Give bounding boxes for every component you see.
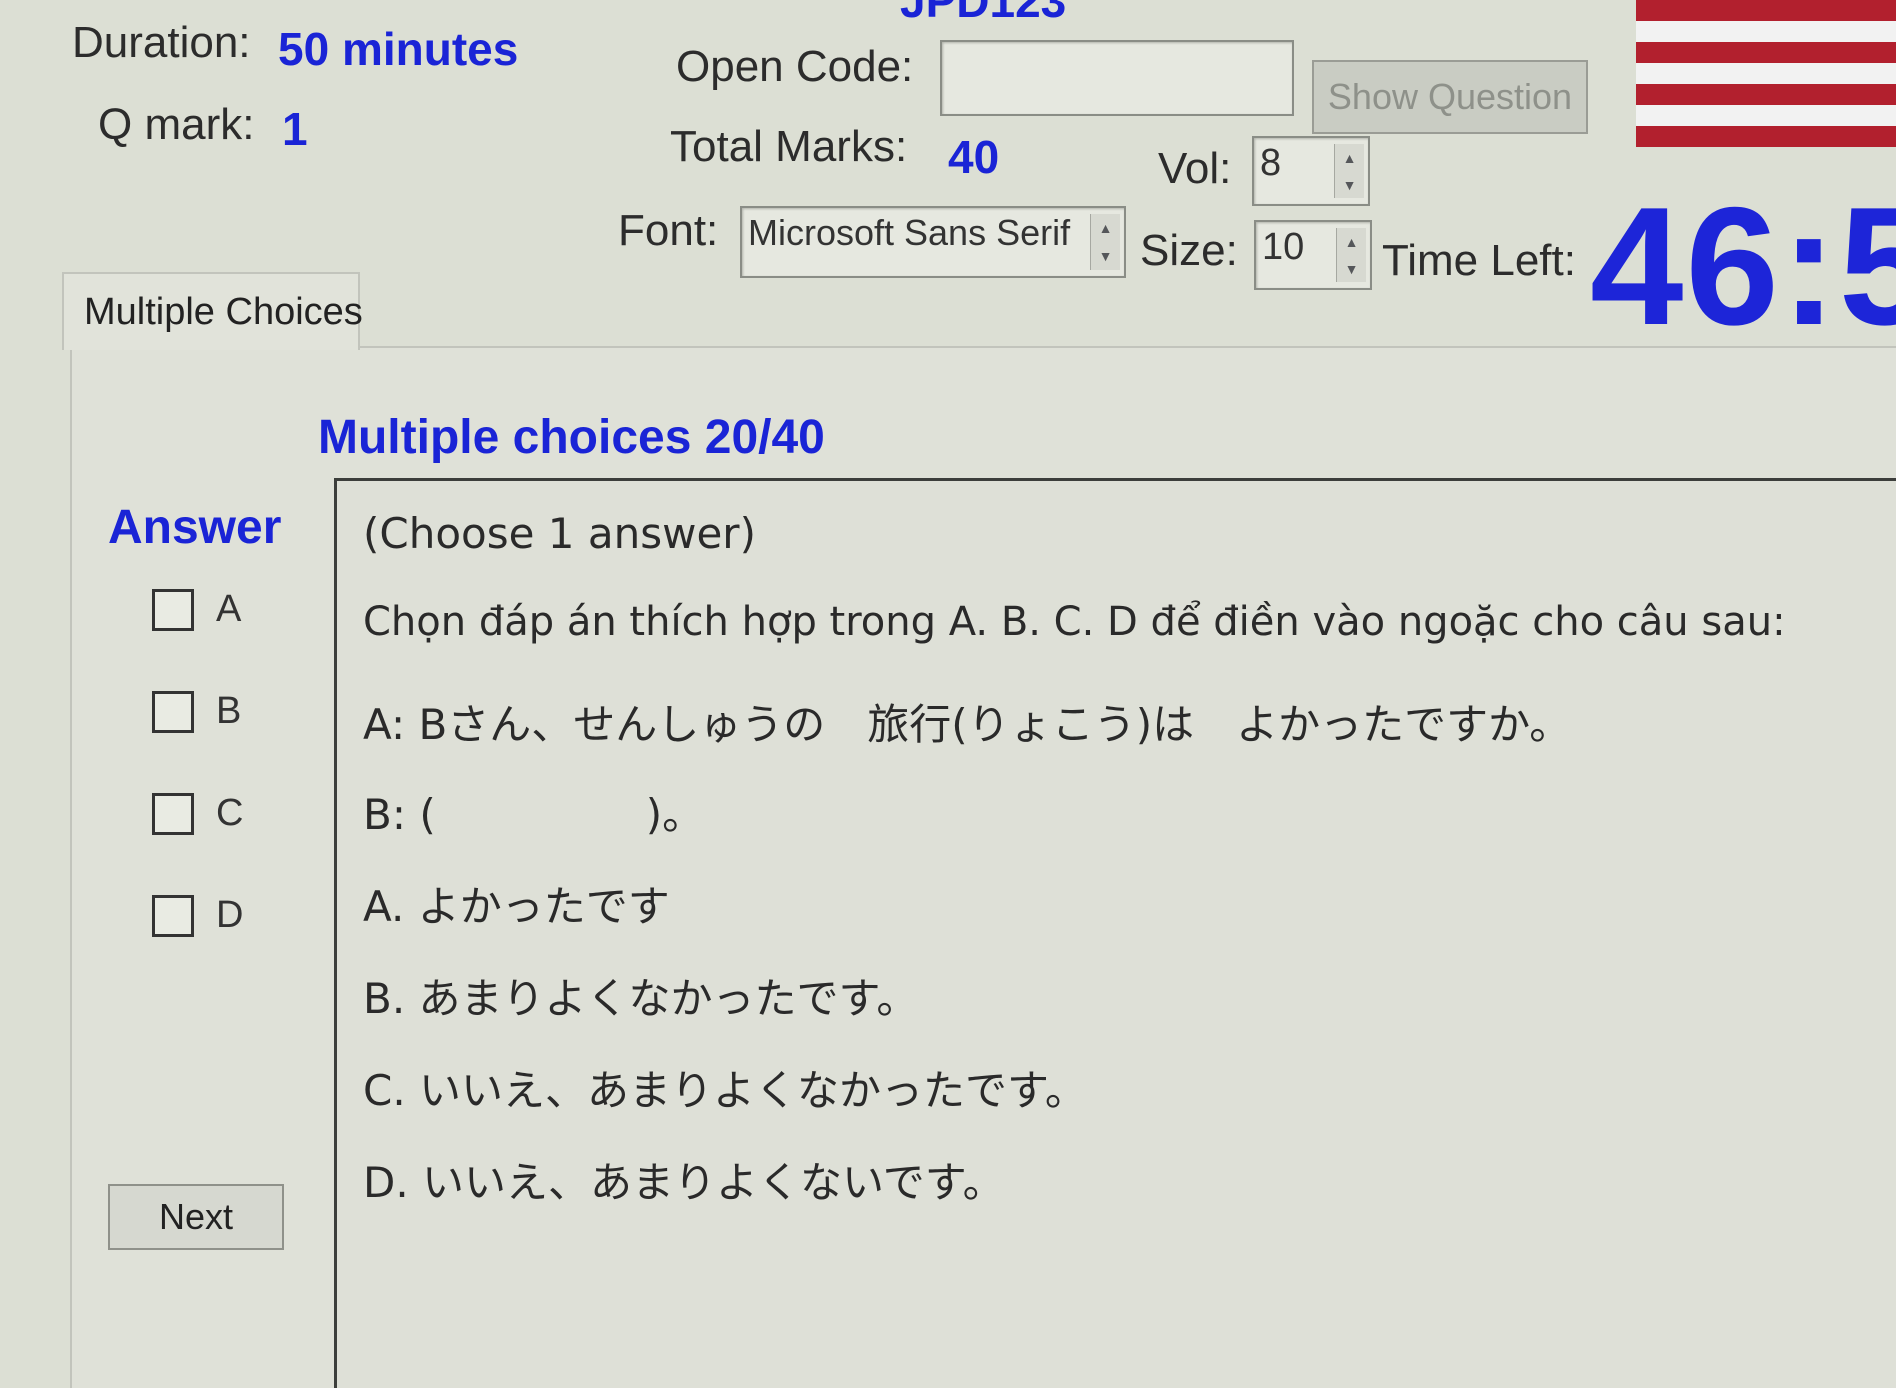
font-selector[interactable]: Microsoft Sans Serif ▲ ▼ <box>740 206 1126 278</box>
vol-spin-arrows[interactable]: ▲ ▼ <box>1334 144 1364 198</box>
time-left-label: Time Left: <box>1382 236 1576 285</box>
spin-up-icon[interactable]: ▲ <box>1343 151 1357 165</box>
duration-label: Duration: <box>72 18 251 67</box>
choice-c-text: C. いいえ、あまりよくなかったです。 <box>363 1066 1087 1115</box>
question-dialog-b: B: ( )。 <box>363 790 705 839</box>
tab-multiple-choices[interactable]: Multiple Choices <box>62 272 363 350</box>
checkbox-c[interactable] <box>152 792 194 835</box>
checkbox-a[interactable] <box>152 588 194 631</box>
open-code-label: Open Code: <box>676 42 914 91</box>
question-text-box: (Choose 1 answer) Chọn đáp án thích hợp … <box>334 478 1896 1388</box>
answer-option-a[interactable]: A <box>152 588 241 631</box>
vol-stepper[interactable]: 8 ▲ ▼ <box>1252 136 1370 206</box>
spin-up-icon[interactable]: ▲ <box>1099 221 1113 235</box>
show-question-button[interactable]: Show Question <box>1312 60 1588 134</box>
spin-down-icon[interactable]: ▼ <box>1343 178 1357 192</box>
qmark-value: 1 <box>282 103 308 155</box>
choice-b-text: B. あまりよくなかったです。 <box>363 974 919 1023</box>
checkbox-d[interactable] <box>152 894 194 937</box>
open-code-value <box>942 42 1292 50</box>
option-letter: D <box>216 894 244 936</box>
next-button[interactable]: Next <box>108 1184 284 1250</box>
option-letter: B <box>216 690 242 732</box>
font-spin-arrows[interactable]: ▲ ▼ <box>1090 214 1120 270</box>
size-label: Size: <box>1140 226 1238 275</box>
vol-label: Vol: <box>1158 144 1232 193</box>
option-letter: C <box>216 792 244 834</box>
question-instruction: (Choose 1 answer) <box>363 509 756 558</box>
font-value: Microsoft Sans Serif <box>748 212 1071 253</box>
open-code-input[interactable] <box>940 40 1294 116</box>
spin-down-icon[interactable]: ▼ <box>1345 262 1359 276</box>
question-progress-title: Multiple choices 20/40 <box>318 411 825 464</box>
us-flag-icon <box>1636 0 1896 150</box>
total-marks-value: 40 <box>948 131 1000 183</box>
qmark-label: Q mark: <box>98 100 255 149</box>
size-spin-arrows[interactable]: ▲ ▼ <box>1336 228 1366 282</box>
font-label: Font: <box>618 206 719 255</box>
answer-heading: Answer <box>108 501 282 554</box>
option-letter: A <box>216 588 242 630</box>
spin-up-icon[interactable]: ▲ <box>1345 235 1359 249</box>
size-stepper[interactable]: 10 ▲ ▼ <box>1254 220 1372 290</box>
time-left-value: 46:5 <box>1590 172 1896 360</box>
choice-d-text: D. いいえ、あまりよくないです。 <box>363 1158 1005 1207</box>
question-prompt: Chọn đáp án thích hợp trong A. B. C. D đ… <box>363 599 1786 645</box>
choice-a-text: A. よかったです <box>363 882 670 931</box>
spin-down-icon[interactable]: ▼ <box>1099 249 1113 263</box>
answer-option-c[interactable]: C <box>152 792 243 835</box>
exam-code-value: JPD123 <box>900 0 1220 18</box>
duration-value: 50 minutes <box>278 23 519 75</box>
question-dialog-a: A: Bさん、せんしゅうの 旅行(りょこう)は よかったですか。 <box>363 700 1572 749</box>
answer-option-b[interactable]: B <box>152 690 241 733</box>
total-marks-label: Total Marks: <box>670 122 908 171</box>
answer-option-d[interactable]: D <box>152 894 243 937</box>
checkbox-b[interactable] <box>152 690 194 733</box>
